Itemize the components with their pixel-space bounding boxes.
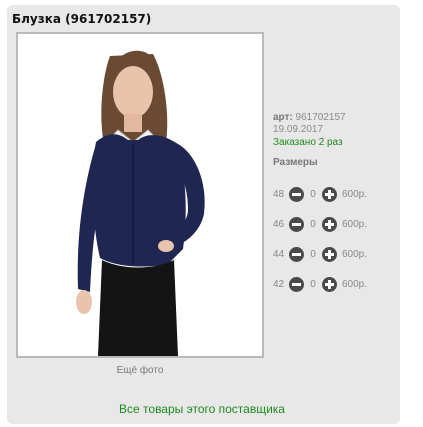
size-quantity: 0 [310,278,316,290]
product-info: арт: 961702157 19.09.2017 Заказано 2 раз… [273,112,395,170]
minus-circle-icon[interactable] [289,246,304,262]
size-row: 48 0 600р. [273,186,367,202]
sizes-heading: Размеры [273,157,318,168]
plus-circle-icon[interactable] [322,216,337,232]
size-label: 48 [273,188,285,200]
size-price: 600р. [342,188,368,200]
size-price: 600р. [342,218,368,230]
all-supplier-products-link[interactable]: Все товары этого поставщика [0,402,404,416]
article-label: арт: [273,112,293,123]
minus-circle-icon[interactable] [289,216,304,232]
size-quantity: 0 [310,248,316,260]
minus-circle-icon[interactable] [289,186,304,202]
article-value: 961702157 [295,112,346,123]
size-row: 44 0 600р. [273,246,367,262]
size-quantity: 0 [310,218,316,230]
product-title: Блузка (961702157) [12,12,152,26]
size-row: 46 0 600р. [273,216,367,232]
size-price: 600р. [342,248,368,260]
size-quantity: 0 [310,188,316,200]
ordered-count: Заказано 2 раз [273,137,343,148]
article-line: арт: 961702157 [273,112,395,124]
size-price: 600р. [342,278,368,290]
more-photos-link[interactable]: Ещё фото [0,365,280,376]
product-date: 19.09.2017 [273,124,324,135]
model-photo-image [18,34,262,356]
size-label: 44 [273,248,285,260]
minus-circle-icon[interactable] [289,276,304,292]
plus-circle-icon[interactable] [322,276,337,292]
plus-circle-icon[interactable] [322,186,337,202]
plus-circle-icon[interactable] [322,246,337,262]
size-row: 42 0 600р. [273,276,367,292]
size-label: 46 [273,218,285,230]
size-label: 42 [273,278,285,290]
product-photo[interactable] [16,32,264,358]
